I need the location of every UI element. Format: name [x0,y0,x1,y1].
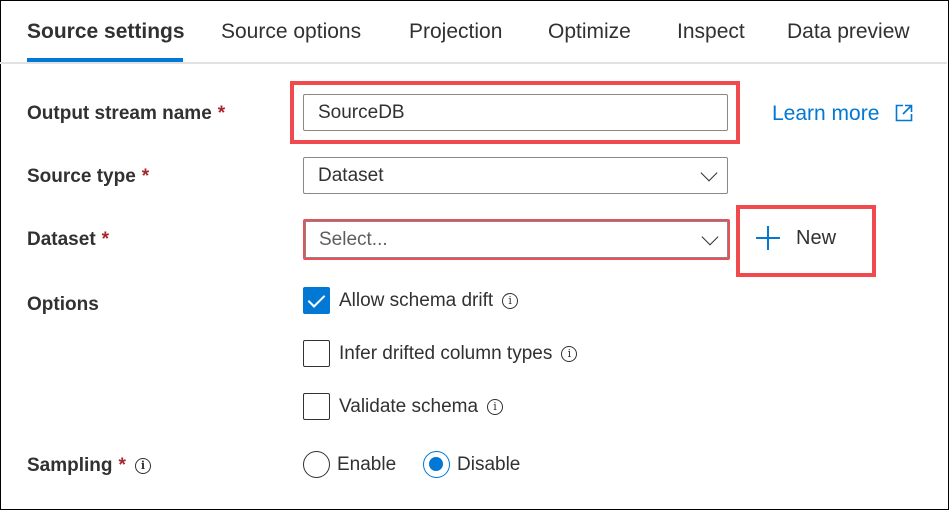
tab-source-options[interactable]: Source options [221,20,361,44]
source-type-value: Dataset [318,164,384,186]
sampling-enable-label: Enable [337,453,397,475]
output-stream-name-value[interactable] [318,101,727,124]
allow-schema-drift-checkbox[interactable] [303,287,330,314]
external-link-icon[interactable] [895,104,913,122]
option-allow-schema-drift[interactable]: Allow schema drift i [303,287,519,314]
tab-optimize[interactable]: Optimize [548,20,631,44]
infer-drifted-column-types-checkbox[interactable] [303,340,330,367]
tab-inspect[interactable]: Inspect [677,20,745,44]
sampling-enable-option[interactable]: Enable [303,451,396,478]
chevron-down-icon [700,164,718,181]
new-dataset-button[interactable]: New [756,226,836,250]
tab-data-preview[interactable]: Data preview [787,20,910,44]
required-marker: * [217,103,226,124]
sampling-disable-radio[interactable] [423,451,450,478]
tab-bar: Source settings Source options Projectio… [0,0,947,64]
required-marker: * [101,229,110,250]
dataset-dropdown[interactable]: Select... [303,219,730,260]
source-type-label-text: Source type [27,166,136,187]
option-infer-drifted-column-types[interactable]: Infer drifted column types i [303,340,578,367]
option-validate-schema[interactable]: Validate schema i [303,393,504,420]
source-type-label: Source type * [27,166,149,188]
dataset-label: Dataset * [27,229,109,251]
sampling-label: Sampling * i [27,455,151,477]
required-marker: * [118,455,126,476]
output-stream-name-input[interactable] [303,94,728,131]
chevron-down-icon [701,228,719,245]
dataset-label-text: Dataset [27,229,96,250]
output-stream-name-label: Output stream name * [27,103,225,125]
sampling-disable-option[interactable]: Disable [423,451,520,478]
output-stream-name-label-text: Output stream name [27,103,212,124]
new-button-label: New [796,226,837,249]
source-type-dropdown[interactable]: Dataset [303,157,728,194]
plus-icon [756,226,780,250]
sampling-label-text: Sampling [27,455,113,476]
info-icon[interactable]: i [487,398,504,415]
dataset-placeholder: Select... [319,228,388,250]
info-icon[interactable]: i [502,292,519,309]
allow-schema-drift-label: Allow schema drift [339,289,494,311]
learn-more-link[interactable]: Learn more [772,102,879,126]
required-marker: * [141,166,150,187]
active-tab-indicator [27,58,183,62]
sampling-disable-label: Disable [457,453,521,475]
validate-schema-label: Validate schema [339,395,479,417]
validate-schema-checkbox[interactable] [303,393,330,420]
tab-projection[interactable]: Projection [409,20,502,44]
options-label: Options [27,294,99,315]
tab-source-settings[interactable]: Source settings [27,20,185,44]
info-icon[interactable]: i [561,345,578,362]
sampling-enable-radio[interactable] [303,451,330,478]
infer-drifted-column-types-label: Infer drifted column types [339,342,553,364]
info-icon[interactable]: i [134,458,151,474]
